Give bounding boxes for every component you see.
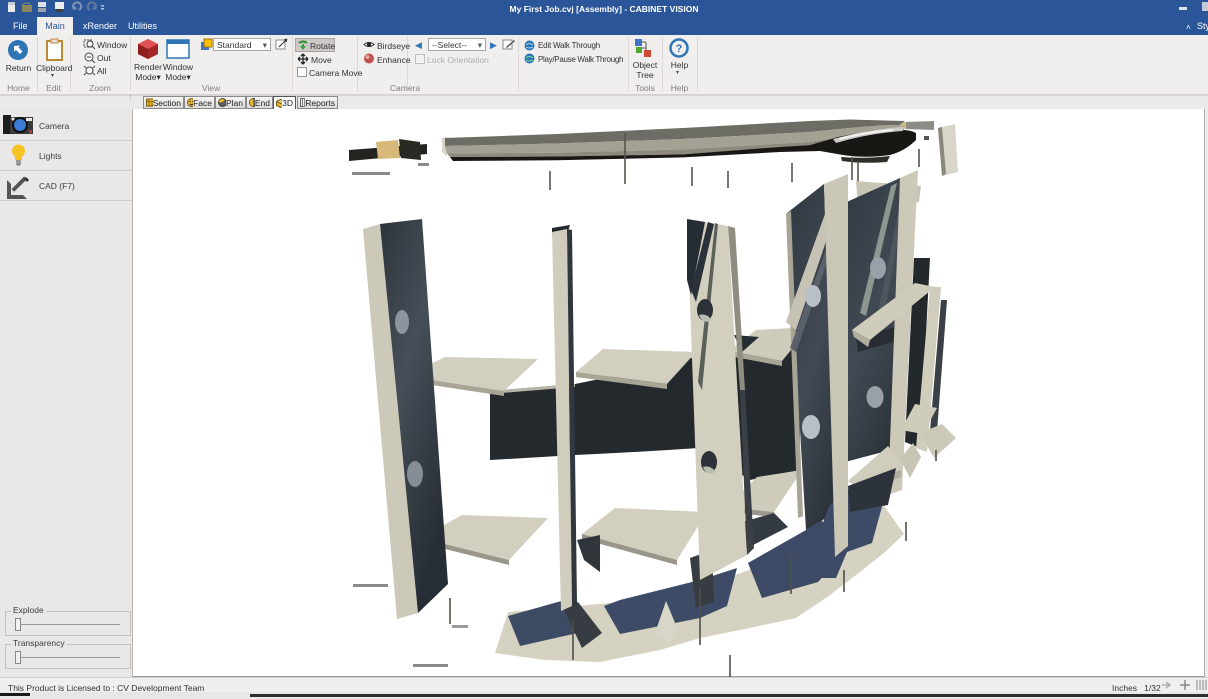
svg-text:?: ?	[676, 43, 683, 55]
